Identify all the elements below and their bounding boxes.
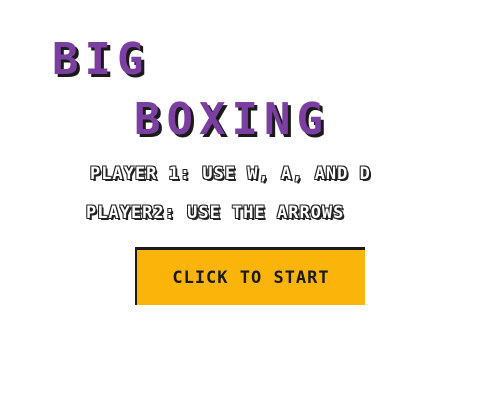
player2-instructions: PLAYER2: USE THE ARROWS (86, 203, 345, 223)
start-button-label: CLICK TO START (172, 267, 330, 288)
game-start-screen: BIG BOXING PLAYER 1: USE W, A, AND D PLA… (0, 0, 500, 400)
start-button[interactable]: CLICK TO START (135, 247, 365, 305)
player1-instructions: PLAYER 1: USE W, A, AND D (90, 164, 371, 184)
game-title-line-2: BOXING (134, 94, 329, 145)
game-title-line-1: BIG (52, 34, 150, 85)
